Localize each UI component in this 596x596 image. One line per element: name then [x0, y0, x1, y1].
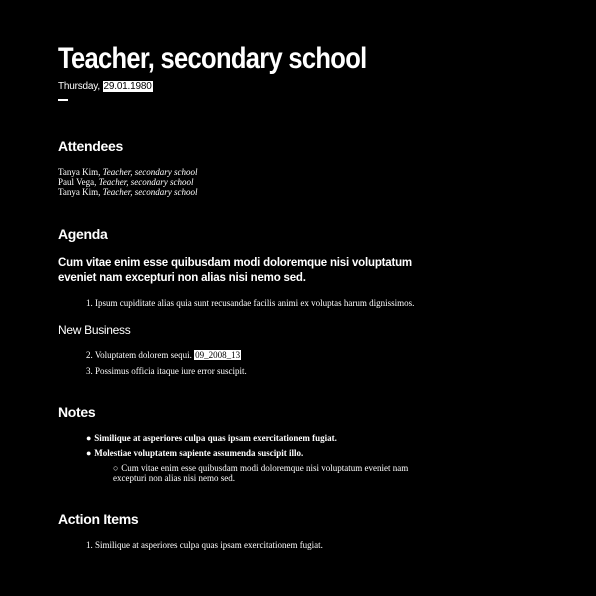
- agenda-item: 1. Ipsum cupiditate alias quia sunt recu…: [86, 298, 414, 309]
- agenda-item-text: Possimus officia itaque iure error susci…: [95, 366, 247, 376]
- action-items-heading: Action Items: [58, 511, 139, 527]
- attendee-role: Teacher, secondary school: [102, 187, 198, 197]
- action-item: 1. Similique at asperiores culpa quas ip…: [86, 540, 323, 551]
- bullet-icon: ●: [86, 448, 92, 458]
- title-divider: [58, 99, 68, 101]
- agenda-heading: Agenda: [58, 226, 108, 242]
- attendee-name: Tanya Kim,: [58, 167, 101, 177]
- attendee-name: Paul Vega,: [58, 177, 97, 187]
- bullet-icon: ●: [86, 433, 92, 443]
- attendees-heading: Attendees: [58, 138, 123, 154]
- action-item-text: Similique at asperiores culpa quas ipsam…: [95, 540, 323, 550]
- note-subitem: ○ Cum vitae enim esse quibusdam modi dol…: [113, 463, 413, 483]
- agenda-item-number: 2.: [86, 350, 93, 360]
- note-item: ● Molestiae voluptatem sapiente assumend…: [86, 448, 303, 459]
- meeting-date-line: Thursday, 29.01.1980: [58, 81, 153, 92]
- agenda-item-number: 1.: [86, 298, 93, 308]
- attendee-item: Paul Vega, Teacher, secondary school: [58, 177, 198, 187]
- new-business-heading: New Business: [58, 323, 131, 337]
- attendee-name: Tanya Kim,: [58, 187, 101, 197]
- circle-bullet-icon: ○: [113, 463, 119, 473]
- note-text: Molestiae voluptatem sapiente assumenda …: [94, 448, 304, 458]
- meeting-date: 29.01.1980: [102, 81, 153, 92]
- document-page: Teacher, secondary school Thursday, 29.0…: [0, 0, 596, 596]
- agenda-item: 3. Possimus officia itaque iure error su…: [86, 366, 247, 377]
- action-item-number: 1.: [86, 540, 93, 550]
- agenda-item-text: Voluptatem dolorem sequi.: [94, 350, 192, 360]
- notes-heading: Notes: [58, 404, 96, 420]
- attendee-item: Tanya Kim, Teacher, secondary school: [58, 167, 198, 177]
- note-subitem-text: Cum vitae enim esse quibusdam modi dolor…: [113, 463, 409, 483]
- agenda-item: 2. Voluptatem dolorem sequi. 09_2008_13: [86, 350, 242, 361]
- attendees-list: Tanya Kim, Teacher, secondary school Pau…: [58, 167, 198, 197]
- agenda-item-text: Ipsum cupiditate alias quia sunt recusan…: [95, 298, 415, 308]
- attendee-role: Teacher, secondary school: [102, 167, 198, 177]
- agenda-item-code: 09_2008_13: [194, 350, 242, 360]
- agenda-item-number: 3.: [86, 366, 93, 376]
- meeting-weekday: Thursday,: [58, 81, 100, 92]
- attendee-role: Teacher, secondary school: [98, 177, 194, 187]
- page-title: Teacher, secondary school: [58, 42, 367, 75]
- agenda-lead: Cum vitae enim esse quibusdam modi dolor…: [58, 257, 412, 284]
- note-item: ● Similique at asperiores culpa quas ips…: [86, 433, 337, 444]
- attendee-item: Tanya Kim, Teacher, secondary school: [58, 187, 198, 197]
- note-text: Similique at asperiores culpa quas ipsam…: [94, 433, 337, 443]
